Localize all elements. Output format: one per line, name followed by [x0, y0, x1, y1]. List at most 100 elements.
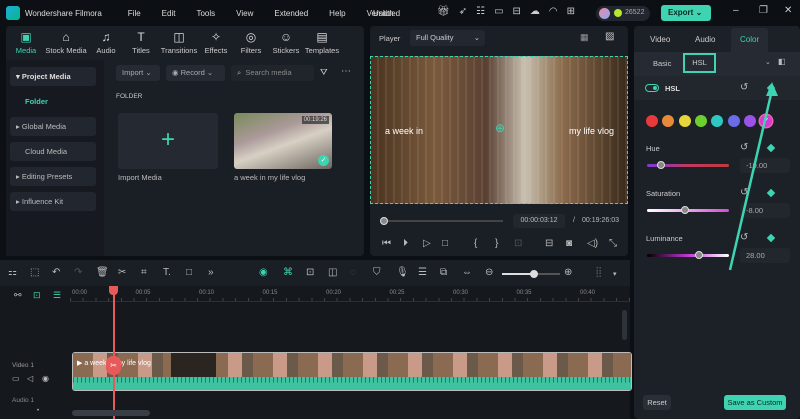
subtab-hsl[interactable]: HSL: [683, 53, 716, 73]
menu-tools[interactable]: Tools: [196, 9, 215, 18]
checklist-icon[interactable]: ☷: [476, 6, 485, 17]
playhead[interactable]: [113, 290, 115, 419]
zoom-in-icon[interactable]: ⊕: [564, 267, 572, 278]
display-icon[interactable]: ⊟: [545, 238, 553, 249]
folder-icon[interactable]: ▭: [12, 374, 20, 383]
mic-icon[interactable]: 🎙︎: [396, 267, 409, 278]
menu-help[interactable]: Help: [329, 9, 345, 18]
grid-icon[interactable]: ▦: [580, 32, 589, 43]
color-swatch[interactable]: [679, 115, 691, 127]
save-icon[interactable]: ⊟: [513, 6, 521, 17]
headset-icon[interactable]: ◠: [549, 6, 558, 17]
search-input[interactable]: ⌕ Search media: [231, 65, 314, 81]
volume-icon[interactable]: ◁): [587, 238, 598, 249]
tab-audio[interactable]: Audio: [695, 35, 715, 44]
select-icon[interactable]: ⬚: [30, 267, 39, 278]
sidebar-influence-kit[interactable]: ▸ Influence Kit: [10, 192, 96, 211]
redo-icon[interactable]: ↷: [74, 267, 82, 278]
snap-icon[interactable]: ⌘: [283, 267, 293, 278]
overlay-text-right[interactable]: my life vlog: [569, 126, 614, 136]
export-button[interactable]: Export ⌄: [661, 5, 711, 21]
gift-icon[interactable]: 🎁︎: [437, 6, 450, 17]
fit-icon[interactable]: ⇔: [462, 267, 472, 278]
shield-icon[interactable]: ⛉: [373, 267, 381, 278]
disabled-icon[interactable]: ◌: [350, 267, 356, 278]
track-height-icon[interactable]: ⣿: [595, 267, 602, 278]
saturation-slider-handle[interactable]: [681, 206, 689, 214]
fullscreen-icon[interactable]: ⤡: [609, 238, 617, 249]
compare-icon[interactable]: ◧: [778, 57, 786, 66]
overlay-text-left[interactable]: a week in: [385, 126, 423, 136]
sidebar-cloud-media[interactable]: Cloud Media: [10, 142, 96, 161]
music-list-icon[interactable]: ☰: [418, 267, 427, 278]
split-icon[interactable]: ✂: [106, 356, 121, 375]
camera-multi-icon[interactable]: ◫: [328, 267, 337, 278]
sidebar-editing-presets[interactable]: ▸ Editing Presets: [10, 167, 96, 186]
toolbar-templates[interactable]: ▤Templates: [299, 30, 345, 55]
import-dropdown[interactable]: Import ⌄: [116, 65, 160, 81]
hue-slider[interactable]: [647, 164, 729, 167]
video-preview[interactable]: a week in my life vlog ⊕: [370, 56, 628, 204]
menu-edit[interactable]: Edit: [162, 9, 176, 18]
sidebar-project-media[interactable]: ▾ Project Media: [10, 67, 96, 86]
link-icon[interactable]: ⊡: [33, 290, 41, 301]
zoom-slider[interactable]: [502, 273, 560, 275]
crosshair-icon[interactable]: ⊕: [495, 121, 505, 135]
camera-icon[interactable]: ◙: [566, 238, 572, 249]
scrubber-handle[interactable]: [380, 217, 388, 225]
sidebar-global-media[interactable]: ▸ Global Media: [10, 117, 96, 136]
shape-icon[interactable]: □: [186, 267, 192, 278]
auto-icon[interactable]: ⊡: [306, 267, 314, 278]
apps-icon[interactable]: ⊞: [567, 6, 575, 17]
color-swatch[interactable]: [646, 115, 658, 127]
credits-badge[interactable]: 26522: [596, 6, 650, 21]
track-manage-icon[interactable]: ☰: [53, 290, 61, 301]
zoom-slider-handle[interactable]: [530, 270, 538, 278]
tab-video[interactable]: Video: [650, 35, 670, 44]
tab-color[interactable]: Color: [740, 35, 759, 44]
clip-thumbnail[interactable]: 00:19:26 ✓: [234, 113, 332, 169]
playhead-handle[interactable]: [109, 286, 118, 295]
unlink-icon[interactable]: ⚯: [14, 290, 22, 301]
quality-dropdown[interactable]: Full Quality ⌄: [410, 30, 485, 46]
playback-scrubber[interactable]: [383, 220, 503, 222]
replace-icon[interactable]: ⧉: [440, 267, 447, 278]
more-icon[interactable]: ⋯: [341, 66, 351, 77]
subtab-basic[interactable]: Basic: [653, 59, 671, 68]
ai-icon[interactable]: ◉: [259, 267, 268, 278]
play-frame-icon[interactable]: ⏵: [403, 238, 408, 249]
hsl-toggle[interactable]: [645, 84, 659, 92]
restore-icon[interactable]: ❐: [759, 5, 768, 16]
vertical-scrollbar[interactable]: [622, 310, 627, 340]
avatar[interactable]: [599, 8, 610, 19]
layout-icon[interactable]: ⚏: [8, 267, 17, 278]
cut-icon[interactable]: ✂: [118, 267, 126, 278]
sidebar-folder[interactable]: Folder: [25, 97, 48, 106]
import-media-tile[interactable]: +: [118, 113, 218, 169]
undo-icon[interactable]: ↶: [52, 267, 60, 278]
saturation-slider[interactable]: [647, 209, 729, 212]
record-dropdown[interactable]: ◉ Record ⌄: [166, 65, 225, 81]
video-clip[interactable]: ▶ a week in my life vlog: [72, 352, 632, 391]
crop-icon[interactable]: ⌗: [141, 267, 147, 278]
hue-slider-handle[interactable]: [657, 161, 665, 169]
menu-view[interactable]: View: [236, 9, 253, 18]
play-icon[interactable]: ▷: [423, 238, 431, 249]
horizontal-scrollbar[interactable]: [72, 410, 150, 416]
filter-icon[interactable]: ⛛: [320, 67, 328, 78]
menu-extended[interactable]: Extended: [274, 9, 308, 18]
more-tools-icon[interactable]: »: [208, 267, 214, 278]
zoom-out-icon[interactable]: ⊖: [485, 267, 493, 278]
minimize-icon[interactable]: –: [733, 5, 739, 16]
mark-in-icon[interactable]: {: [474, 238, 477, 249]
close-icon[interactable]: ✕: [784, 5, 792, 16]
menu-file[interactable]: File: [128, 9, 141, 18]
delete-icon[interactable]: 🗑︎: [96, 267, 109, 278]
render-icon[interactable]: ⊡: [514, 238, 522, 249]
save-as-custom-button[interactable]: Save as Custom: [724, 395, 786, 410]
text-icon[interactable]: T.: [163, 267, 171, 278]
monitor-icon[interactable]: ▭: [494, 6, 503, 17]
chevron-down-icon[interactable]: ⌄: [765, 58, 771, 66]
luminance-slider[interactable]: [647, 254, 729, 257]
stop-icon[interactable]: □: [442, 238, 448, 249]
